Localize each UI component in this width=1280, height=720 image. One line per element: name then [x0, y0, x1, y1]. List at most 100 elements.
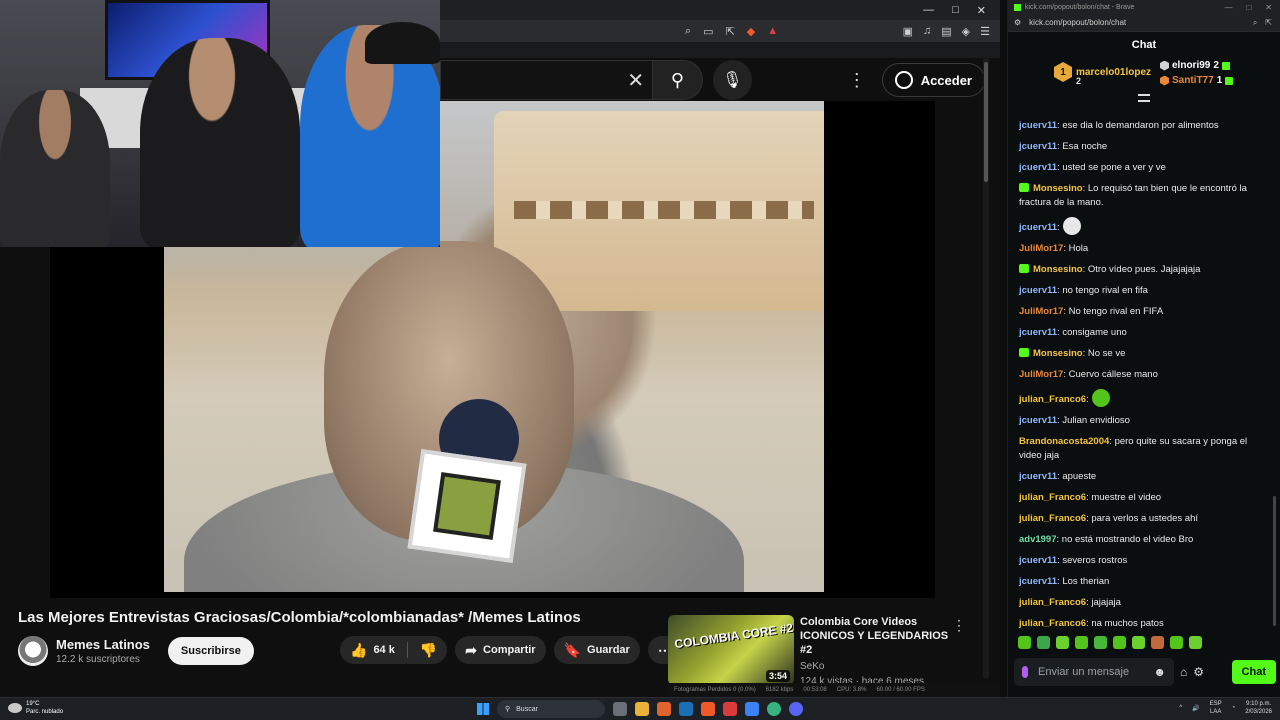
chat-username[interactable]: jcuerv11: [1019, 327, 1057, 338]
save-button[interactable]: 🔖 Guardar: [553, 636, 640, 664]
chat-send-button[interactable]: Chat: [1231, 660, 1276, 684]
discord-icon[interactable]: [789, 702, 803, 716]
search-button[interactable]: ⚲: [652, 60, 703, 100]
emote-icon[interactable]: [1189, 636, 1202, 649]
wifi-icon[interactable]: ◔: [1232, 705, 1236, 711]
chat-username[interactable]: jcuerv11: [1019, 576, 1057, 587]
chevron-up-icon[interactable]: ^: [1179, 705, 1182, 711]
chat-username[interactable]: JuliMor17: [1019, 369, 1063, 380]
thumbs-down-icon[interactable]: 👎: [420, 642, 437, 659]
maximize-button[interactable]: □: [1246, 3, 1251, 12]
shield-icon[interactable]: ◆: [747, 25, 755, 38]
chat-username[interactable]: julian_Franco6: [1019, 597, 1086, 608]
chat-username[interactable]: JuliMor17: [1019, 243, 1063, 254]
taskbar-search[interactable]: ⚲ Buscar: [497, 700, 605, 718]
language-indicator[interactable]: ESP LAA: [1210, 700, 1222, 716]
chat-username[interactable]: jcuerv11: [1019, 471, 1057, 482]
close-button[interactable]: ✕: [1265, 3, 1272, 12]
like-button[interactable]: 👍 64 k 👎: [340, 636, 448, 664]
emote-icon[interactable]: [1075, 636, 1088, 649]
chat-username[interactable]: JuliMor17: [1019, 306, 1063, 317]
file-explorer-icon[interactable]: [635, 702, 649, 716]
site-info-icon[interactable]: ⚙: [1014, 18, 1021, 27]
sign-in-button[interactable]: Acceder: [881, 63, 985, 97]
chat-username[interactable]: jcuerv11: [1019, 555, 1057, 566]
rewards-icon[interactable]: ▲: [767, 25, 778, 37]
steam-icon[interactable]: [679, 702, 693, 716]
emote-icon[interactable]: [1113, 636, 1126, 649]
browser-icon[interactable]: [723, 702, 737, 716]
chat-username[interactable]: Brandonacosta2004: [1019, 436, 1109, 447]
chat-username[interactable]: julian_Franco6: [1019, 492, 1086, 503]
gifter-first[interactable]: 1 marcelo01lopez 2: [1054, 62, 1151, 86]
search-input[interactable]: ✕: [440, 60, 653, 100]
page-scrollbar[interactable]: [983, 58, 989, 678]
chat-username[interactable]: julian_Franco6: [1019, 513, 1086, 524]
share-button[interactable]: ➦ Compartir: [455, 636, 546, 664]
chat-username[interactable]: jcuerv11: [1019, 162, 1057, 173]
settings-gear-icon[interactable]: ⚙: [1193, 665, 1204, 679]
gifter-third[interactable]: SantiT77 1: [1160, 75, 1234, 86]
emote-icon[interactable]: [1151, 636, 1164, 649]
chat-username[interactable]: Monsesino: [1033, 348, 1083, 359]
chat-scrollbar[interactable]: [1272, 116, 1278, 626]
channel-name[interactable]: Memes Latinos: [56, 637, 150, 652]
subscribe-button[interactable]: Suscribirse: [167, 637, 254, 665]
gifter-second[interactable]: elnori99 2: [1160, 60, 1230, 71]
clear-search-icon[interactable]: ✕: [627, 68, 644, 93]
chat-username[interactable]: Monsesino: [1033, 264, 1083, 275]
network-app-icon[interactable]: [745, 702, 759, 716]
chat-username[interactable]: jcuerv11: [1019, 415, 1057, 426]
share-page-icon[interactable]: ⇱: [1265, 18, 1272, 28]
chat-username[interactable]: jcuerv11: [1019, 285, 1057, 296]
voice-search-button[interactable]: 🎙: [712, 60, 752, 100]
emoji-icon[interactable]: ☻: [1153, 665, 1166, 679]
recommended-title[interactable]: Colombia Core Videos ICONICOS Y LEGENDAR…: [800, 615, 960, 657]
emote-icon[interactable]: [1018, 636, 1031, 649]
obs-icon[interactable]: [767, 702, 781, 716]
channel-avatar[interactable]: [18, 636, 48, 666]
recommended-thumbnail[interactable]: COLOMBIA CORE #2 3:54: [668, 615, 794, 685]
weather-widget[interactable]: 19°C Parc. nublado: [8, 700, 63, 716]
clock[interactable]: 9:10 p.m. 2/03/2026: [1245, 700, 1272, 716]
expand-pinned-icon[interactable]: [1008, 94, 1280, 106]
chat-username[interactable]: jcuerv11: [1019, 222, 1057, 233]
task-view-icon[interactable]: [613, 702, 627, 716]
emote-icon[interactable]: [1037, 636, 1050, 649]
close-button[interactable]: ✕: [977, 4, 986, 17]
app-icon[interactable]: [657, 702, 671, 716]
chat-username[interactable]: jcuerv11: [1019, 120, 1057, 131]
chat-username[interactable]: Monsesino: [1033, 183, 1083, 194]
windows-start-icon[interactable]: [477, 703, 489, 715]
microphone-icon[interactable]: [1022, 666, 1028, 678]
more-options-icon[interactable]: ⋮: [848, 70, 866, 91]
sidebar-icon[interactable]: ▣: [903, 25, 913, 38]
chat-url-bar[interactable]: ⚙ kick.com/popout/bolon/chat ⌕ ⇱: [1008, 14, 1280, 32]
minimize-button[interactable]: —: [923, 4, 934, 16]
store-icon[interactable]: ⌂: [1180, 665, 1187, 679]
brave-browser-icon[interactable]: [701, 702, 715, 716]
emote-icon[interactable]: [1170, 636, 1183, 649]
cast-icon[interactable]: ▭: [703, 25, 713, 38]
wallet-icon[interactable]: ▤: [941, 25, 951, 38]
zoom-icon[interactable]: ⌕: [1253, 18, 1257, 28]
maximize-button[interactable]: □: [952, 4, 959, 16]
emote-icon[interactable]: [1132, 636, 1145, 649]
emote-icon[interactable]: [1056, 636, 1069, 649]
chat-username[interactable]: jcuerv11: [1019, 141, 1057, 152]
minimize-button[interactable]: —: [1224, 3, 1232, 12]
chat-message-input[interactable]: Enviar un mensaje ☻: [1014, 658, 1174, 686]
chat-username[interactable]: julian_Franco6: [1019, 618, 1086, 628]
more-options-icon[interactable]: ⋮: [952, 617, 966, 634]
menu-icon[interactable]: ☰: [980, 25, 990, 38]
chat-username[interactable]: adv1997: [1019, 534, 1057, 545]
chat-message: jcuerv11: consigame uno: [1008, 323, 1270, 344]
zoom-icon[interactable]: ⌕: [685, 25, 691, 38]
vpn-icon[interactable]: ◈: [962, 25, 970, 38]
media-icon[interactable]: ♫: [923, 25, 931, 38]
chat-username[interactable]: julian_Franco6: [1019, 394, 1086, 405]
recommended-video[interactable]: COLOMBIA CORE #2 3:54 Colombia Core Vide…: [668, 615, 978, 687]
emote-icon[interactable]: [1094, 636, 1107, 649]
share-page-icon[interactable]: ⇱: [726, 25, 735, 38]
volume-icon[interactable]: 🔊: [1192, 705, 1199, 712]
